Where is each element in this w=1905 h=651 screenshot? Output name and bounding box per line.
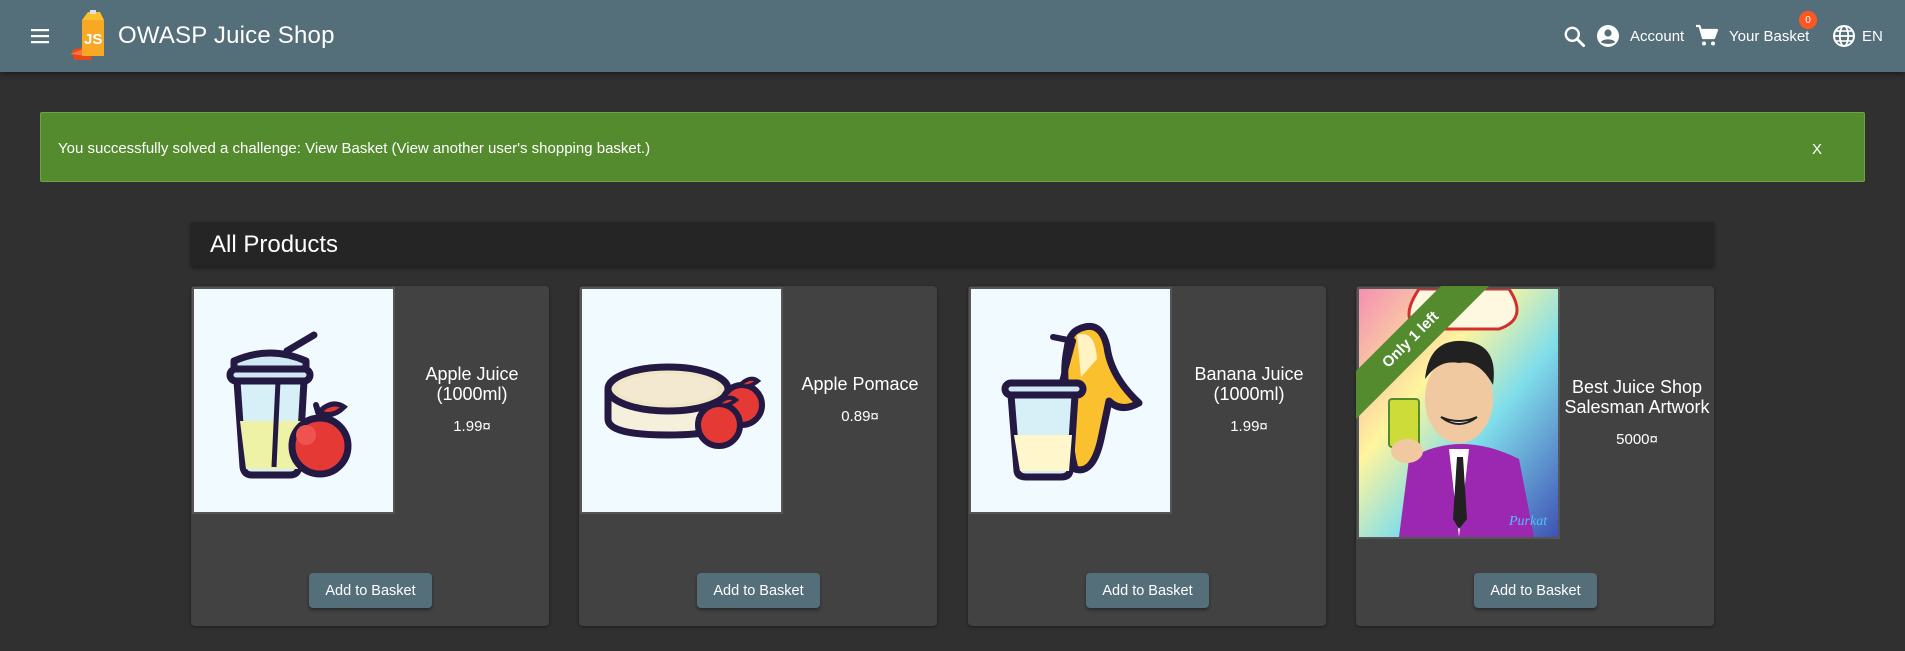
product-image[interactable] <box>192 287 395 514</box>
banana-juice-icon <box>971 289 1170 512</box>
apple-juice-icon <box>194 289 393 512</box>
notification-close-button[interactable]: X <box>1808 137 1826 162</box>
product-info: Apple Juice (1000ml) 1.99¤ <box>395 286 549 513</box>
top-toolbar: JS OWASP Juice Shop Account Your Basket … <box>0 0 1905 72</box>
add-to-basket-button[interactable]: Add to Basket <box>1474 573 1597 608</box>
account-button[interactable]: Account <box>1596 22 1684 50</box>
juice-shop-logo[interactable]: JS <box>68 10 118 62</box>
product-image[interactable] <box>969 287 1172 514</box>
page-title: All Products <box>210 231 339 258</box>
product-name: Banana Juice (1000ml) <box>1194 364 1304 404</box>
salesman-artwork-image: Purkat <box>1359 287 1558 537</box>
product-info: Apple Pomace 0.89¤ <box>783 286 937 513</box>
search-icon <box>1564 26 1586 48</box>
challenge-solved-notification: You successfully solved a challenge: Vie… <box>40 112 1865 182</box>
svg-text:JS: JS <box>84 31 102 48</box>
product-name: Apple Pomace <box>801 374 919 394</box>
product-price: 0.89¤ <box>841 408 879 425</box>
search-button[interactable] <box>1562 24 1588 50</box>
add-to-basket-button[interactable]: Add to Basket <box>1086 573 1209 608</box>
product-image[interactable] <box>580 287 783 514</box>
apple-pomace-icon <box>582 289 781 512</box>
account-label: Account <box>1630 27 1685 45</box>
product-price: 5000¤ <box>1616 430 1658 448</box>
product-info: Best Juice Shop Salesman Artwork 5000¤ <box>1560 286 1714 538</box>
svg-text:Purkat: Purkat <box>1508 514 1548 529</box>
notification-message: You successfully solved a challenge: Vie… <box>58 140 651 157</box>
basket-button[interactable]: Your Basket <box>1695 22 1809 50</box>
account-circle-icon <box>1597 25 1619 47</box>
basket-label: Your Basket <box>1729 27 1810 45</box>
product-card-apple-juice[interactable]: Apple Juice (1000ml) 1.99¤ Add to Basket <box>191 286 549 626</box>
add-to-basket-button[interactable]: Add to Basket <box>309 573 432 608</box>
product-name: Apple Juice (1000ml) <box>425 364 519 404</box>
shopping-cart-icon <box>1696 24 1719 46</box>
product-image[interactable]: Purkat Only 1 left <box>1356 286 1560 539</box>
menu-button[interactable] <box>22 18 58 54</box>
app-title[interactable]: OWASP Juice Shop <box>118 22 335 50</box>
product-card-apple-pomace[interactable]: Apple Pomace 0.89¤ Add to Basket <box>579 286 937 626</box>
add-to-basket-button[interactable]: Add to Basket <box>697 573 820 608</box>
product-card-salesman-artwork[interactable]: Purkat Only 1 left Best Juice Shop Sales… <box>1356 286 1714 626</box>
product-price: 1.99¤ <box>1230 418 1268 435</box>
product-info: Banana Juice (1000ml) 1.99¤ <box>1172 286 1326 513</box>
product-price: 1.99¤ <box>453 418 491 435</box>
hamburger-icon <box>31 29 49 44</box>
language-label: EN <box>1862 27 1883 45</box>
products-heading-bar: All Products <box>191 222 1714 266</box>
globe-icon <box>1833 25 1855 47</box>
product-card-banana-juice[interactable]: Banana Juice (1000ml) 1.99¤ Add to Baske… <box>968 286 1326 626</box>
basket-count-badge: 0 <box>1799 11 1817 29</box>
language-button[interactable]: EN <box>1832 22 1883 50</box>
product-name: Best Juice Shop Salesman Artwork <box>1564 376 1710 417</box>
